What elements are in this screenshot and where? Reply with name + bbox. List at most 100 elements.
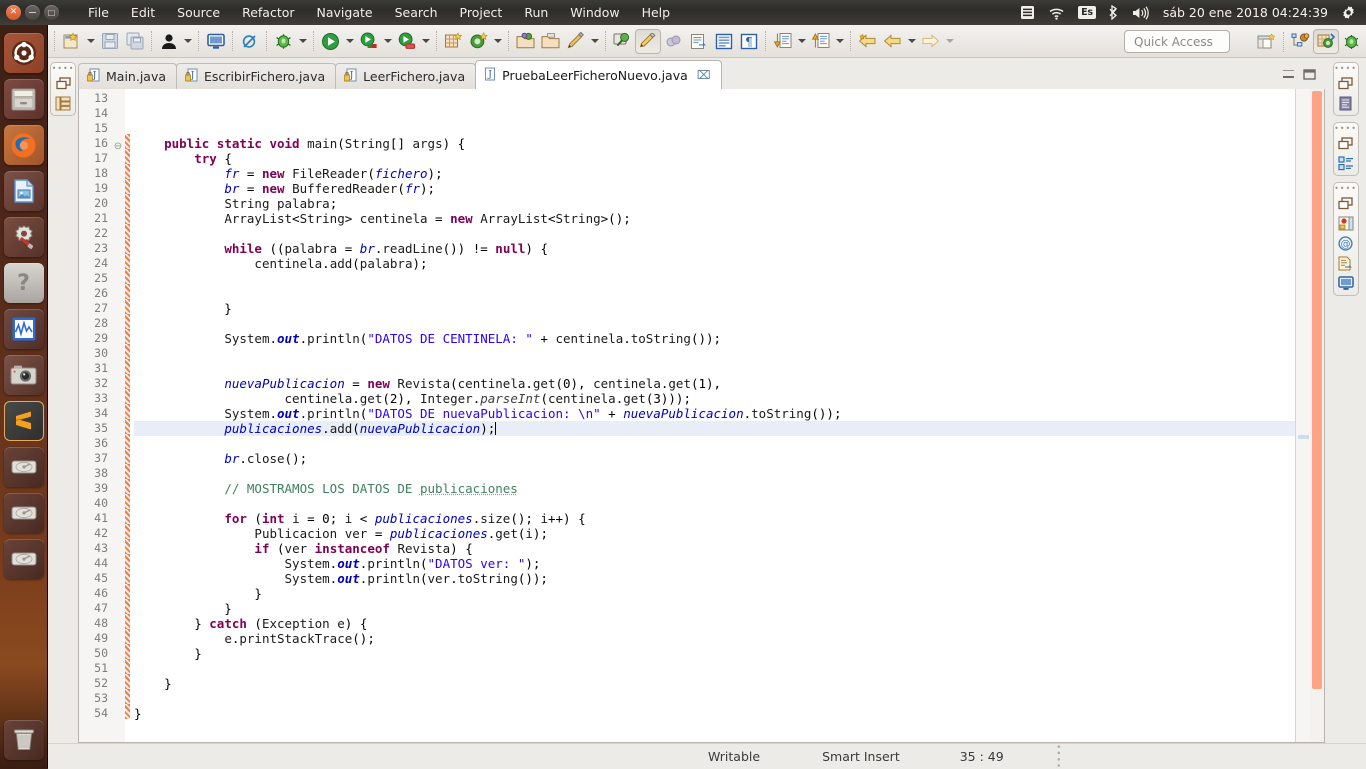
run-dropdown[interactable] bbox=[343, 29, 356, 54]
code-line[interactable] bbox=[134, 121, 1295, 136]
block-selection-button[interactable]: ¶ bbox=[736, 29, 761, 54]
pencil-dropdown[interactable] bbox=[588, 29, 601, 54]
code-line[interactable] bbox=[134, 91, 1295, 106]
drag-handle[interactable]: •••• bbox=[1334, 66, 1357, 71]
console-button[interactable] bbox=[203, 29, 228, 54]
code-editor[interactable]: 1314151617181920212223242526272829303132… bbox=[78, 89, 1325, 743]
code-line[interactable]: try { bbox=[134, 151, 1295, 166]
scrollbar-thumb[interactable] bbox=[1312, 91, 1322, 689]
code-line[interactable] bbox=[134, 691, 1295, 706]
drag-handle[interactable]: •••• bbox=[52, 66, 75, 71]
code-line[interactable]: } bbox=[134, 601, 1295, 616]
menu-item-run[interactable]: Run bbox=[513, 2, 559, 23]
window-maximize-button[interactable]: □ bbox=[44, 5, 59, 20]
open-task-button[interactable] bbox=[538, 29, 563, 54]
vertical-scrollbar[interactable] bbox=[1310, 89, 1324, 742]
code-line[interactable] bbox=[134, 436, 1295, 451]
code-line[interactable]: centinela.get(2), Integer.parseInt(centi… bbox=[134, 391, 1295, 406]
restore-icon[interactable] bbox=[1337, 195, 1355, 211]
launcher-item-disk-3[interactable] bbox=[4, 539, 44, 579]
folding-gutter[interactable]: ⊖ bbox=[111, 89, 125, 742]
external-tools-button[interactable] bbox=[686, 29, 711, 54]
debug-button[interactable] bbox=[271, 29, 296, 54]
code-line[interactable] bbox=[134, 271, 1295, 286]
next-annotation-button[interactable] bbox=[770, 29, 795, 54]
at-icon[interactable]: @ bbox=[1337, 235, 1355, 251]
menu-item-search[interactable]: Search bbox=[384, 2, 449, 23]
close-icon[interactable]: ⌧ bbox=[697, 68, 711, 82]
code-line[interactable] bbox=[134, 466, 1295, 481]
package-explorer-icon[interactable] bbox=[54, 95, 72, 111]
launcher-item-ubuntu-dash[interactable] bbox=[4, 33, 44, 73]
forward-arrow-dropdown[interactable] bbox=[943, 29, 956, 54]
open-perspective-button[interactable] bbox=[1254, 29, 1279, 54]
code-line[interactable]: while ((palabra = br.readLine()) != null… bbox=[134, 241, 1295, 256]
launcher-item-disk-1[interactable] bbox=[4, 447, 44, 487]
user-button[interactable] bbox=[156, 29, 181, 54]
new-wizard-dropdown[interactable] bbox=[84, 29, 97, 54]
menu-item-file[interactable]: File bbox=[77, 2, 120, 23]
code-line[interactable]: } bbox=[134, 301, 1295, 316]
previous-annotation-button[interactable] bbox=[808, 29, 833, 54]
menu-item-refactor[interactable]: Refactor bbox=[231, 2, 305, 23]
bluetooth-icon[interactable] bbox=[1109, 5, 1119, 20]
previous-annotation-dropdown[interactable] bbox=[833, 29, 846, 54]
code-line[interactable] bbox=[134, 106, 1295, 121]
new-class-dropdown[interactable] bbox=[491, 29, 504, 54]
resize-grip[interactable]: •••• bbox=[1056, 744, 1060, 769]
launcher-item-libreoffice-draw[interactable] bbox=[4, 171, 44, 211]
launcher-item-sublime-text[interactable] bbox=[4, 401, 44, 441]
restore-icon[interactable] bbox=[1337, 75, 1355, 91]
toggle-mark-occurrences-button[interactable] bbox=[635, 29, 661, 54]
code-line[interactable]: publicaciones.add(nuevaPublicacion); bbox=[134, 421, 1295, 436]
code-line[interactable]: // MOSTRAMOS LOS DATOS DE publicaciones bbox=[134, 481, 1295, 496]
code-line[interactable]: System.out.println("DATOS ver: "); bbox=[134, 556, 1295, 571]
menu-item-help[interactable]: Help bbox=[631, 2, 682, 23]
editor-tab-leerfichero[interactable]: J LeerFichero.java bbox=[335, 63, 476, 89]
run-button[interactable] bbox=[318, 29, 343, 54]
drag-handle[interactable]: •••• bbox=[1334, 186, 1357, 191]
code-line[interactable]: } catch (Exception e) { bbox=[134, 616, 1295, 631]
menu-item-window[interactable]: Window bbox=[559, 2, 630, 23]
window-minimize-button[interactable]: − bbox=[25, 5, 40, 20]
code-line[interactable]: System.out.println("DATOS DE CENTINELA: … bbox=[134, 331, 1295, 346]
launcher-item-disk-2[interactable] bbox=[4, 493, 44, 533]
next-annotation-dropdown[interactable] bbox=[795, 29, 808, 54]
gear-icon[interactable] bbox=[1341, 5, 1356, 20]
code-line[interactable]: System.out.println(ver.toString()); bbox=[134, 571, 1295, 586]
code-line[interactable] bbox=[134, 226, 1295, 241]
outline-icon[interactable] bbox=[1337, 95, 1355, 111]
editor-tab-pruebaleerficheronuevo[interactable]: J PruebaLeerFicheroNuevo.java ⌧ bbox=[475, 60, 721, 89]
restore-icon[interactable] bbox=[1337, 135, 1355, 151]
new-java-package-button[interactable] bbox=[441, 29, 466, 54]
launcher-item-camera[interactable] bbox=[4, 355, 44, 395]
code-text-area[interactable]: public static void main(String[] args) {… bbox=[130, 89, 1295, 742]
code-line[interactable]: Publicacion ver = publicaciones.get(i); bbox=[134, 526, 1295, 541]
new-wizard-button[interactable] bbox=[59, 29, 84, 54]
restore-icon[interactable] bbox=[54, 75, 72, 91]
open-type-button[interactable] bbox=[513, 29, 538, 54]
search-button[interactable] bbox=[610, 29, 635, 54]
java-perspective-button[interactable] bbox=[1313, 29, 1339, 54]
code-line[interactable] bbox=[134, 496, 1295, 511]
coverage-dropdown[interactable] bbox=[381, 29, 394, 54]
code-line[interactable]: br.close(); bbox=[134, 451, 1295, 466]
user-dropdown[interactable] bbox=[181, 29, 194, 54]
code-line[interactable]: br = new BufferedReader(fr); bbox=[134, 181, 1295, 196]
launcher-item-firefox[interactable] bbox=[4, 125, 44, 165]
skip-all-breakpoints-button[interactable] bbox=[237, 29, 262, 54]
menu-item-navigate[interactable]: Navigate bbox=[306, 2, 384, 23]
code-line[interactable]: } bbox=[134, 586, 1295, 601]
code-line[interactable] bbox=[134, 661, 1295, 676]
code-line[interactable]: public static void main(String[] args) { bbox=[134, 136, 1295, 151]
code-line[interactable]: fr = new FileReader(fichero); bbox=[134, 166, 1295, 181]
code-line[interactable] bbox=[134, 346, 1295, 361]
menu-item-edit[interactable]: Edit bbox=[120, 2, 166, 23]
run-config-dropdown[interactable] bbox=[419, 29, 432, 54]
debug-perspective-button[interactable] bbox=[1339, 29, 1364, 54]
show-whitespace-button[interactable] bbox=[711, 29, 736, 54]
drag-handle[interactable]: •••• bbox=[1334, 126, 1357, 131]
code-line[interactable]: } bbox=[134, 676, 1295, 691]
launcher-item-files[interactable] bbox=[4, 79, 44, 119]
code-line[interactable]: } bbox=[134, 646, 1295, 661]
